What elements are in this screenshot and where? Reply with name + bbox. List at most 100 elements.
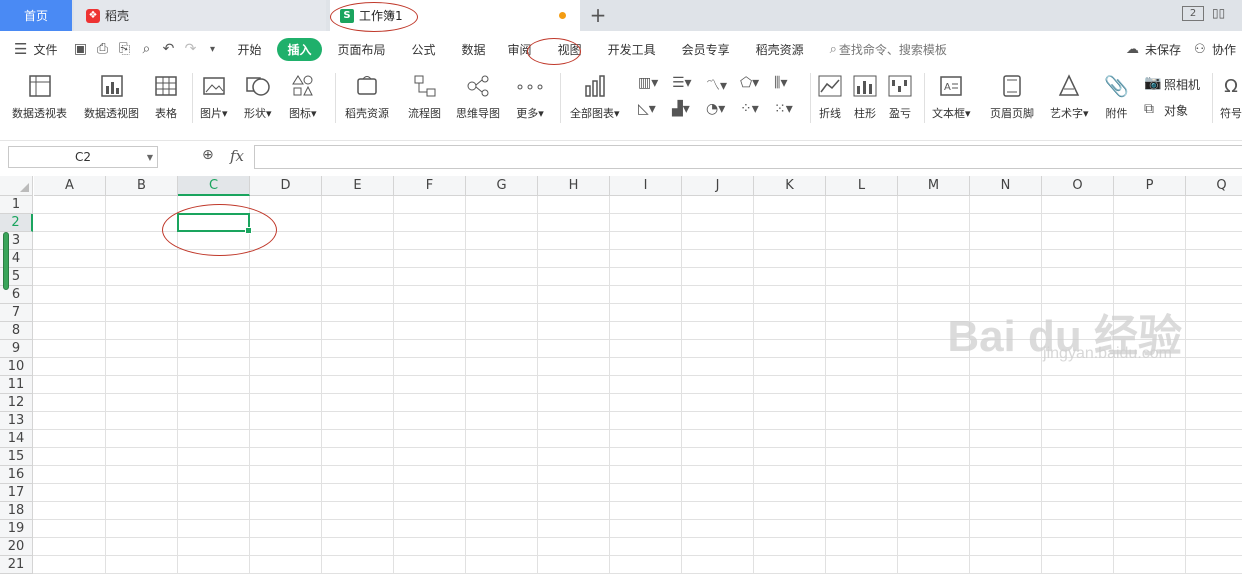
bubble-chart-small-icon[interactable]: ⁙▾: [774, 101, 793, 117]
row-header-10[interactable]: 10: [0, 358, 33, 376]
menu-member[interactable]: 会员专享: [682, 41, 730, 58]
layout-switch-icon[interactable]: 2: [1182, 6, 1204, 21]
flowchart-button[interactable]: 流程图: [408, 73, 441, 121]
more-quick-icon[interactable]: ▾: [201, 44, 223, 55]
spreadsheet-grid[interactable]: A B C D E F G H I J K L M N O P Q 1 2 3 4 5 6 7 8 9 10 11 12 13 14 15 16…: [0, 176, 1242, 574]
hamburger-icon[interactable]: ☰: [14, 40, 27, 58]
textbox-button[interactable]: A 文本框▾: [932, 73, 971, 121]
zoom-search-icon[interactable]: ⊕: [202, 147, 214, 163]
icon-button[interactable]: 图标▾: [289, 73, 317, 121]
table-button[interactable]: 表格: [154, 73, 178, 121]
row-header-8[interactable]: 8: [0, 322, 33, 340]
column-header-m[interactable]: M: [898, 176, 970, 196]
shape-button[interactable]: 形状▾: [244, 73, 272, 121]
column-header-c[interactable]: C: [178, 176, 250, 196]
column-header-i[interactable]: I: [610, 176, 682, 196]
row-header-14[interactable]: 14: [0, 430, 33, 448]
column-chart-small-icon[interactable]: ▥▾: [638, 75, 658, 91]
header-footer-button[interactable]: 页眉页脚: [990, 73, 1034, 121]
row-header-16[interactable]: 16: [0, 466, 33, 484]
sparkline-winloss-button[interactable]: 盈亏: [888, 73, 912, 121]
fx-icon[interactable]: fx: [230, 147, 244, 165]
row-header-9[interactable]: 9: [0, 340, 33, 358]
export-pdf-icon[interactable]: ⎙: [91, 41, 113, 57]
column-header-d[interactable]: D: [250, 176, 322, 196]
radar-chart-small-icon[interactable]: ⬠▾: [740, 75, 759, 91]
column-header-e[interactable]: E: [322, 176, 394, 196]
menu-developer[interactable]: 开发工具: [608, 41, 656, 58]
column-header-a[interactable]: A: [34, 176, 106, 196]
row-header-11[interactable]: 11: [0, 376, 33, 394]
row-header-13[interactable]: 13: [0, 412, 33, 430]
vertical-scroll-indicator[interactable]: [3, 232, 9, 290]
column-header-l[interactable]: L: [826, 176, 898, 196]
menu-file[interactable]: 文件: [33, 41, 57, 58]
tab-home[interactable]: 首页: [0, 0, 72, 31]
daoke-resource-button[interactable]: 稻壳资源: [345, 73, 389, 121]
row-header-12[interactable]: 12: [0, 394, 33, 412]
print-icon[interactable]: ⎘: [113, 41, 135, 57]
row-header-19[interactable]: 19: [0, 520, 33, 538]
name-box[interactable]: C2 ▼: [8, 146, 158, 168]
row-header-2[interactable]: 2: [0, 214, 33, 232]
row-header-17[interactable]: 17: [0, 484, 33, 502]
wordart-button[interactable]: 艺术字▾: [1050, 73, 1089, 121]
column-header-g[interactable]: G: [466, 176, 538, 196]
new-tab-button[interactable]: +: [588, 3, 608, 27]
redo-icon[interactable]: ↷: [179, 41, 201, 57]
save-icon[interactable]: ▣: [69, 41, 91, 57]
pivot-table-button[interactable]: 数据透视表: [12, 73, 67, 121]
search-command[interactable]: 查找命令、搜索模板: [839, 41, 947, 58]
symbol-button[interactable]: Ω 符号: [1220, 73, 1242, 121]
object-button[interactable]: 对象: [1164, 102, 1188, 119]
scatter-chart-small-icon[interactable]: ⁘▾: [740, 101, 759, 117]
attachment-button[interactable]: 📎 附件: [1104, 73, 1129, 121]
pie-chart-small-icon[interactable]: ◔▾: [706, 101, 725, 117]
menu-data[interactable]: 数据: [462, 41, 486, 58]
stock-chart-small-icon[interactable]: ⫼▾: [774, 75, 787, 91]
column-header-h[interactable]: H: [538, 176, 610, 196]
grid-view-icon[interactable]: ▯▯: [1212, 6, 1225, 20]
menu-start[interactable]: 开始: [237, 41, 261, 58]
column-header-j[interactable]: J: [682, 176, 754, 196]
menu-insert[interactable]: 插入: [277, 37, 322, 61]
column-header-b[interactable]: B: [106, 176, 178, 196]
column-header-n[interactable]: N: [970, 176, 1042, 196]
column-header-p[interactable]: P: [1114, 176, 1186, 196]
column-header-q[interactable]: Q: [1186, 176, 1242, 196]
menu-page-layout[interactable]: 页面布局: [338, 41, 386, 58]
collab-button[interactable]: 协作: [1212, 41, 1236, 58]
row-header-21[interactable]: 21: [0, 556, 33, 574]
column-header-o[interactable]: O: [1042, 176, 1114, 196]
line-chart-small-icon[interactable]: 〽▾: [706, 75, 727, 95]
grid-line: [33, 447, 1242, 448]
mindmap-button[interactable]: 思维导图: [456, 73, 500, 121]
preview-icon[interactable]: ⌕: [135, 41, 157, 57]
unsaved-status[interactable]: 未保存: [1145, 41, 1181, 58]
chevron-down-icon[interactable]: ▼: [147, 153, 153, 162]
sparkline-line-button[interactable]: 折线: [818, 73, 842, 121]
row-header-1[interactable]: 1: [0, 196, 33, 214]
tab-daoke[interactable]: ❖ 稻壳: [74, 0, 326, 31]
menu-formula[interactable]: 公式: [412, 41, 436, 58]
sparkline-column-button[interactable]: 柱形: [853, 73, 877, 121]
column-header-k[interactable]: K: [754, 176, 826, 196]
area-chart-small-icon[interactable]: ◺▾: [638, 101, 656, 117]
formula-input[interactable]: [254, 145, 1242, 169]
picture-button[interactable]: 图片▾: [200, 73, 228, 121]
row-header-7[interactable]: 7: [0, 304, 33, 322]
undo-icon[interactable]: ↶: [157, 41, 179, 57]
combo-chart-small-icon[interactable]: ▟▾: [672, 101, 690, 117]
bar-chart-small-icon[interactable]: ☰▾: [672, 75, 692, 91]
all-charts-button[interactable]: 全部图表▾: [570, 73, 620, 121]
column-header-f[interactable]: F: [394, 176, 466, 196]
row-header-18[interactable]: 18: [0, 502, 33, 520]
menu-daoke-res[interactable]: 稻壳资源: [756, 41, 804, 58]
header-footer-label: 页眉页脚: [990, 107, 1034, 120]
pivot-chart-button[interactable]: 数据透视图: [84, 73, 139, 121]
select-all-corner[interactable]: [0, 176, 33, 196]
more-button[interactable]: ∘∘∘ 更多▾: [515, 73, 545, 121]
row-header-20[interactable]: 20: [0, 538, 33, 556]
row-header-15[interactable]: 15: [0, 448, 33, 466]
camera-button[interactable]: 照相机: [1164, 76, 1200, 93]
